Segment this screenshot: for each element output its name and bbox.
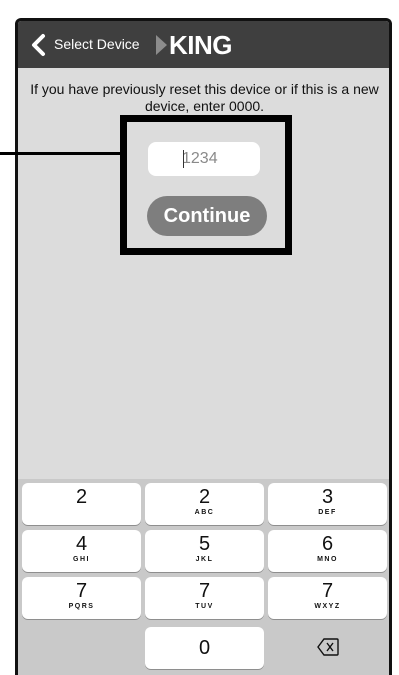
key-7-wxyz[interactable]: 7 WXYZ [268, 577, 387, 619]
key-letters: TUV [195, 603, 214, 610]
key-7-pqrs[interactable]: 7 PQRS [22, 577, 141, 619]
chevron-left-icon[interactable] [28, 33, 48, 57]
key-letters: PQRS [68, 603, 95, 610]
key-letters: JKL [195, 556, 214, 563]
key-0[interactable]: 0 [145, 627, 264, 669]
numeric-keypad: 2 2 ABC 3 DEF 4 GHI 5 JKL 6 MNO 7 PQRS 7 [18, 479, 389, 675]
key-number: 0 [198, 637, 211, 659]
key-number: 2 [198, 486, 211, 508]
key-letters: WXYZ [314, 603, 341, 610]
key-2[interactable]: 2 [22, 483, 141, 525]
key-number: 7 [75, 580, 88, 602]
key-number: 7 [321, 580, 334, 602]
key-5[interactable]: 5 JKL [145, 530, 264, 572]
key-number: 3 [321, 486, 334, 508]
key-letters: GHI [73, 556, 90, 563]
instruction-text: If you have previously reset this device… [30, 81, 379, 114]
key-number: 6 [321, 533, 334, 555]
back-button-label[interactable]: Select Device [54, 36, 140, 52]
key-number: 2 [75, 486, 88, 508]
key-letters: DEF [318, 509, 337, 516]
callout-leader-line [0, 152, 121, 155]
header-bar: Select Device KING [18, 21, 389, 68]
brand-logo-text: KING [169, 30, 233, 60]
backspace-icon [316, 638, 339, 656]
delete-key[interactable] [268, 627, 387, 669]
key-number: 7 [198, 580, 211, 602]
king-logo-icon [156, 35, 167, 55]
callout-highlight-box [120, 115, 292, 255]
key-6[interactable]: 6 MNO [268, 530, 387, 572]
key-2-abc[interactable]: 2 ABC [145, 483, 264, 525]
key-4[interactable]: 4 GHI [22, 530, 141, 572]
key-letters: ABC [194, 509, 215, 516]
key-number: 4 [75, 533, 88, 555]
key-7-tuv[interactable]: 7 TUV [145, 577, 264, 619]
key-letters: MNO [317, 556, 338, 563]
key-number: 5 [198, 533, 211, 555]
key-3[interactable]: 3 DEF [268, 483, 387, 525]
